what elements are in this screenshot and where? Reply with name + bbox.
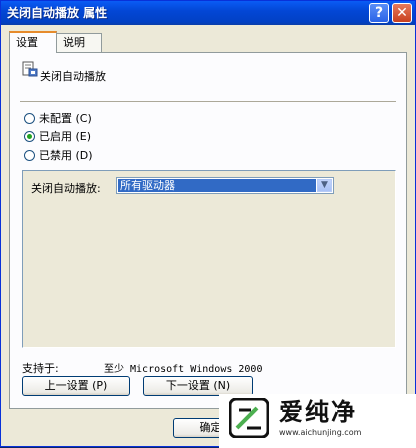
radio-not-configured[interactable]: 未配置 (C) [24,110,92,126]
settings-panel: 关闭自动播放 未配置 (C) 已启用 (E) 已禁用 (D) 关闭自动播放: 所… [9,52,407,409]
radio-label: 未配置 (C) [39,112,92,125]
supported-label: 支持于: [22,362,59,375]
tab-explain[interactable]: 说明 [56,33,102,53]
next-setting-button[interactable]: 下一设置 (N) [143,376,253,396]
title-bar[interactable]: 关闭自动播放 属性 ? ✕ [1,1,415,25]
radio-button-checked[interactable] [24,130,35,142]
radio-button[interactable] [24,112,35,124]
options-box: 关闭自动播放: 所有驱动器 ▼ [22,170,396,348]
policy-title: 关闭自动播放 [40,70,106,83]
divider [20,101,396,102]
drive-select-value: 所有驱动器 [118,179,316,192]
radio-enabled[interactable]: 已启用 (E) [24,128,91,144]
properties-dialog: 关闭自动播放 属性 ? ✕ 设置 说明 关闭自动播放 未配置 (C) 已启用 (… [0,0,416,448]
drive-select[interactable]: 所有驱动器 ▼ [116,177,334,194]
window-title: 关闭自动播放 属性 [7,6,108,20]
radio-label: 已启用 (E) [39,130,92,143]
radio-label: 已禁用 (D) [39,149,93,162]
tab-settings[interactable]: 设置 [9,31,57,53]
watermark-logo: 爱纯净 www.aichunjing.com [219,394,416,448]
watermark-name: 爱纯净 [279,398,357,426]
radio-button[interactable] [24,149,35,161]
close-button[interactable]: ✕ [392,3,412,23]
prev-setting-button[interactable]: 上一设置 (P) [22,376,130,396]
radio-disabled[interactable]: 已禁用 (D) [24,147,93,163]
setting-label: 关闭自动播放: [31,182,101,195]
logo-icon [229,398,269,438]
supported-value: 至少 Microsoft Windows 2000 [104,364,263,375]
chevron-down-icon[interactable]: ▼ [317,179,332,192]
help-button[interactable]: ? [369,3,389,23]
watermark-url: www.aichunjing.com [279,428,362,437]
policy-setting-icon [22,61,38,77]
